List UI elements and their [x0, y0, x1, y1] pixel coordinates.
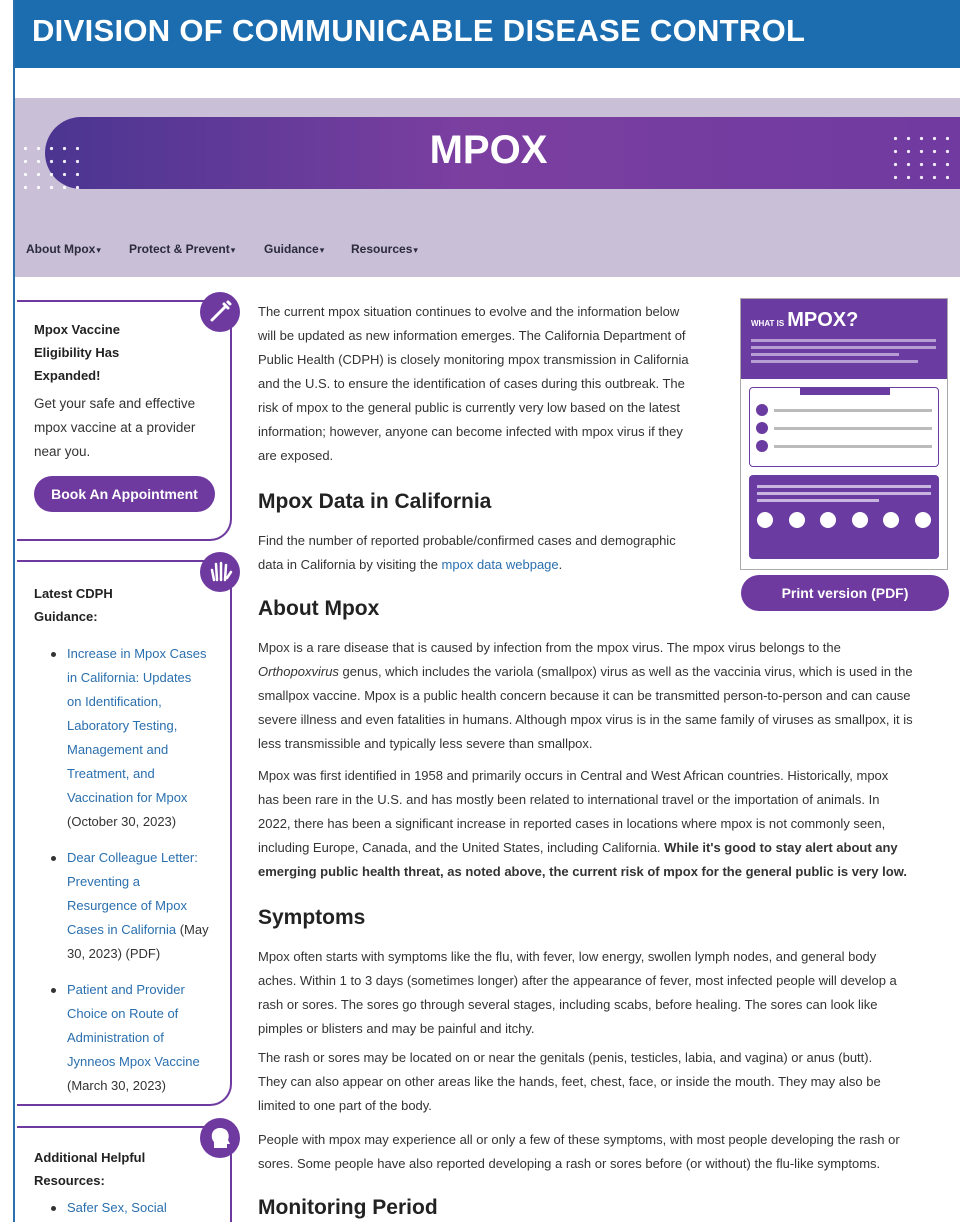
resource-link-safer-sex[interactable]: Safer Sex, Social	[67, 1200, 167, 1215]
data-paragraph: Find the number of reported probable/con…	[258, 533, 676, 572]
mpox-infographic[interactable]: WHAT IS MPOX?	[740, 298, 948, 570]
chevron-down-icon: ▾	[96, 245, 101, 255]
list-item: Patient and Provider Choice on Route of …	[51, 978, 220, 1098]
guidance-link-increase-cases[interactable]: Increase in Mpox Cases in California: Up…	[67, 642, 220, 810]
print-version-button[interactable]: Print version (PDF)	[741, 575, 949, 611]
nav-resources[interactable]: Resources▾	[351, 242, 418, 256]
additional-resources-box: Additional Helpful Resources: Safer Sex,…	[17, 1118, 240, 1222]
vaccine-eligibility-box: Mpox Vaccine Eligibility Has Expanded! G…	[17, 292, 240, 541]
about-paragraph-1: Mpox is a rare disease that is caused by…	[258, 640, 913, 751]
guidance-link-patient-provider-choice[interactable]: Patient and Provider Choice on Route of …	[67, 978, 220, 1074]
chevron-down-icon: ▾	[319, 245, 325, 255]
symptoms-paragraph-1: Mpox often starts with symptoms like the…	[258, 949, 897, 1036]
page-title: MPOX	[429, 128, 548, 172]
list-item: Increase in Mpox Cases in California: Up…	[51, 642, 220, 834]
infographic-title: WHAT IS MPOX?	[751, 309, 859, 331]
guidance-date: (March 30, 2023)	[67, 1078, 166, 1093]
list-item: Safer Sex, Social	[51, 1196, 220, 1220]
list-item: Dear Colleague Letter: Preventing a Resu…	[51, 846, 220, 966]
resources-list: Safer Sex, Social	[34, 1196, 220, 1220]
mpox-data-webpage-link[interactable]: mpox data webpage	[442, 557, 559, 572]
vaccine-box-title: Mpox Vaccine Eligibility Has Expanded!	[34, 322, 120, 383]
guidance-list: Increase in Mpox Cases in California: Up…	[34, 642, 220, 1098]
about-paragraph-2: Mpox was first identified in 1958 and pr…	[258, 768, 907, 879]
symptoms-heading: Symptoms	[258, 906, 366, 929]
chevron-down-icon: ▾	[230, 245, 236, 255]
resources-box-title: Additional Helpful Resources:	[34, 1150, 146, 1188]
guidance-date: (May	[176, 922, 209, 937]
nav-protect-prevent[interactable]: Protect & Prevent▾	[129, 242, 235, 256]
nav-about-mpox[interactable]: About Mpox▾	[26, 242, 101, 256]
guidance-date: (October 30, 2023)	[67, 814, 177, 829]
guidance-date: 30, 2023) (PDF)	[67, 946, 161, 961]
person-head-icon	[200, 1118, 240, 1158]
symptoms-paragraph-2: The rash or sores may be located on or n…	[258, 1050, 881, 1113]
gloved-hand-icon	[200, 552, 240, 592]
vaccine-box-text: Get your safe and effective mpox vaccine…	[34, 396, 196, 459]
site-header: DIVISION OF COMMUNICABLE DISEASE CONTROL	[15, 0, 960, 68]
site-title: DIVISION OF COMMUNICABLE DISEASE CONTROL	[32, 13, 806, 48]
intro-paragraph: The current mpox situation continues to …	[258, 304, 689, 463]
symptoms-paragraph-3: People with mpox may experience all or o…	[258, 1132, 900, 1171]
main-nav: About Mpox▾ Protect & Prevent▾ Guidance▾…	[15, 220, 960, 277]
chevron-down-icon: ▾	[413, 245, 418, 255]
syringe-icon	[200, 292, 240, 332]
monitoring-heading: Monitoring Period	[258, 1196, 438, 1219]
about-heading: About Mpox	[258, 597, 380, 620]
guidance-box-title: Latest CDPH Guidance:	[34, 586, 113, 624]
page-frame: DIVISION OF COMMUNICABLE DISEASE CONTROL…	[13, 0, 960, 1222]
latest-guidance-box: Latest CDPH Guidance: Increase in Mpox C…	[17, 552, 240, 1106]
nav-guidance[interactable]: Guidance▾	[264, 242, 324, 256]
data-heading: Mpox Data in California	[258, 490, 492, 513]
book-appointment-button[interactable]: Book An Appointment	[34, 476, 215, 512]
